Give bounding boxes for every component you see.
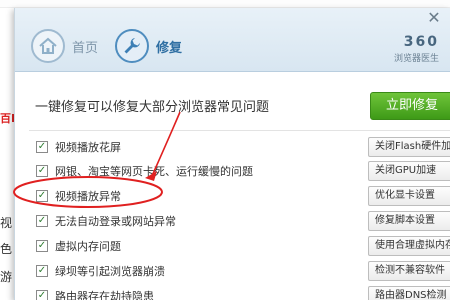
wrench-icon [115,29,149,63]
background-text-fragment: 游 [0,270,13,284]
brand-logo: 360 浏览器医生 [394,34,439,64]
repair-action-button[interactable]: 检测不兼容软件 [368,261,450,281]
repair-item-checkbox[interactable]: ✓ [36,290,48,300]
browser-doctor-window: ✕ 首页 修复 360 浏览器医生 一键修复可以修复大部分浏览器常见问题 立即修… [14,8,450,300]
repair-item: ✓ 路由器存在劫持隐患 路由器DNS检测 [15,286,450,300]
repair-item-label: 绿坝等引起浏览器崩溃 [55,265,165,278]
divider [29,130,450,131]
nav-home-label: 首页 [72,40,99,56]
repair-item-label: 网银、淘宝等网页卡死、运行缓慢的问题 [55,165,253,178]
repair-action-button[interactable]: 使用合理虚拟内存 [368,236,450,256]
repair-item-checkbox[interactable]: ✓ [36,240,48,252]
window-header: ✕ 首页 修复 360 浏览器医生 [15,8,450,72]
repair-action-button[interactable]: 优化显卡设置 [368,186,450,206]
nav-repair-label: 修复 [156,40,183,56]
repair-item: ✓ 网银、淘宝等网页卡死、运行缓慢的问题 关闭GPU加速 [15,161,450,183]
repair-item-checkbox[interactable]: ✓ [36,141,48,153]
repair-item: ✓ 视频播放花屏 关闭Flash硬件加速 [15,137,450,159]
logo-main-text: 360 [403,34,439,50]
background-text-fragment: 视 [0,216,13,230]
repair-action-button[interactable]: 关闭Flash硬件加速 [368,137,450,157]
page-subheading: 一键修复可以修复大部分浏览器常见问题 [35,100,270,115]
nav-home[interactable]: 首页 [31,26,98,66]
repair-action-button[interactable]: 路由器DNS检测 [368,286,450,300]
repair-item-label: 无法自动登录或网站异常 [55,215,176,228]
repair-item-checkbox[interactable]: ✓ [36,265,48,277]
repair-item: ✓ 虚拟内存问题 使用合理虚拟内存 [15,236,450,258]
home-icon [31,29,65,63]
repair-item-label: 路由器存在劫持隐患 [55,290,154,300]
repair-item-label: 视频播放花屏 [55,141,121,154]
background-page-top [0,0,450,8]
background-text-fragment: 色 [0,242,13,256]
repair-item-checkbox[interactable]: ✓ [36,165,48,177]
repair-item-checkbox[interactable]: ✓ [36,190,48,202]
repair-item: ✓ 无法自动登录或网站异常 修复脚本设置 [15,211,450,233]
fix-now-button[interactable]: 立即修复 [370,92,450,120]
logo-sub-text: 浏览器医生 [393,54,439,64]
repair-item-checkbox[interactable]: ✓ [36,215,48,227]
repair-item: ✓ 绿坝等引起浏览器崩溃 检测不兼容软件 [15,261,450,283]
repair-item: ✓ 视频播放异常 优化显卡设置 [15,186,450,208]
repair-action-button[interactable]: 关闭GPU加速 [368,161,450,181]
close-button[interactable]: ✕ [425,10,443,26]
nav-repair[interactable]: 修复 [115,26,182,66]
repair-action-button[interactable]: 修复脚本设置 [368,211,450,231]
repair-item-label: 虚拟内存问题 [55,240,121,253]
repair-item-label: 视频播放异常 [55,190,121,203]
